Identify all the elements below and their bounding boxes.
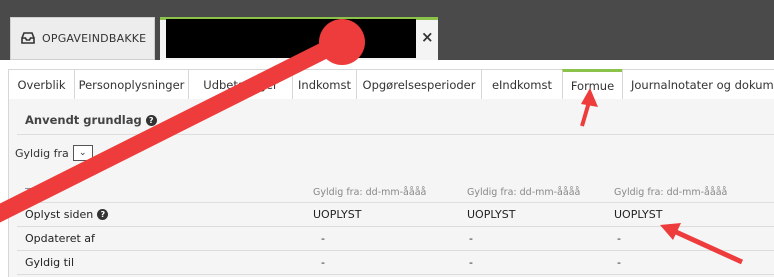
row-value: -: [469, 232, 473, 245]
gyldig-dropdown[interactable]: ⌄: [72, 145, 93, 161]
row-type: Opdateret af: [25, 232, 95, 245]
row-type: Gyldig til: [25, 256, 75, 269]
chevron-down-icon: ⌄: [78, 148, 87, 158]
row-value: -: [469, 256, 473, 269]
inbox-icon: [20, 29, 36, 48]
tab-label: Indkomst: [298, 77, 351, 92]
redacted-block: [166, 19, 416, 58]
table-row: Oplyst siden ? UOPLYST UOPLYST UOPLYST: [9, 203, 774, 227]
tab-label: Formue: [570, 78, 615, 93]
tab-label: Udbetalinger: [203, 77, 278, 92]
help-icon[interactable]: ?: [97, 209, 109, 220]
row-value: -: [321, 232, 325, 245]
row-value: -: [617, 256, 621, 269]
help-icon[interactable]: ?: [145, 114, 157, 126]
tab-indkomst[interactable]: Indkomst: [292, 69, 356, 99]
tab-journalnotater[interactable]: Journalnotater og dokumenter: [622, 69, 774, 99]
table-row: Gyldig til - - -: [9, 251, 774, 275]
tab-label: eIndkomst: [491, 77, 553, 92]
formue-panel: Anvendt grundlag ? Gyldig fra ⌄ Type Gyl…: [8, 99, 774, 277]
header-type: Type: [25, 187, 47, 198]
divider: [17, 134, 774, 135]
section-title-text: Anvendt grundlag: [25, 113, 142, 127]
row-value: -: [321, 256, 325, 269]
row-value: UOPLYST: [614, 208, 663, 221]
row-value: -: [617, 232, 621, 245]
tab-overblik[interactable]: Overblik: [8, 69, 74, 99]
tab-label: Opgørelsesperioder: [362, 77, 476, 92]
tab-label: Journalnotater og dokumenter: [631, 77, 774, 92]
header-gyldig-fra-3: Gyldig fra: dd-mm-åååå: [614, 187, 728, 198]
tab-opgoerelsesperioder[interactable]: Opgørelsesperioder: [356, 69, 481, 99]
header-gyldig-fra-2: Gyldig fra: dd-mm-åååå: [467, 187, 581, 198]
table-row: Opdateret af - - -: [9, 227, 774, 251]
header-gyldig-fra-1: Gyldig fra: dd-mm-åååå: [313, 187, 427, 198]
close-tab-icon[interactable]: ×: [421, 28, 434, 46]
tab-formue[interactable]: Formue: [562, 69, 622, 99]
row-type-text: Oplyst siden: [25, 208, 94, 221]
tab-label: Personoplysninger: [78, 77, 185, 92]
tab-eindkomst[interactable]: eIndkomst: [481, 69, 562, 99]
row-value: UOPLYST: [467, 208, 516, 221]
tab-udbetalinger[interactable]: Udbetalinger: [188, 69, 292, 99]
sub-tab-bar: Overblik Personoplysninger Udbetalinger …: [8, 69, 774, 99]
tab-label: Overblik: [17, 77, 66, 92]
gyldig-filter: Gyldig fra ⌄: [15, 145, 93, 161]
opgaveindbakke-tab[interactable]: OPGAVEINDBAKKE: [10, 17, 155, 60]
row-type: Oplyst siden ?: [25, 208, 109, 221]
row-value: UOPLYST: [313, 208, 362, 221]
gyldig-label: Gyldig fra: [15, 146, 69, 160]
tab-personoplysninger[interactable]: Personoplysninger: [74, 69, 188, 99]
section-title: Anvendt grundlag ?: [25, 113, 157, 127]
opgaveindbakke-label: OPGAVEINDBAKKE: [42, 32, 147, 45]
